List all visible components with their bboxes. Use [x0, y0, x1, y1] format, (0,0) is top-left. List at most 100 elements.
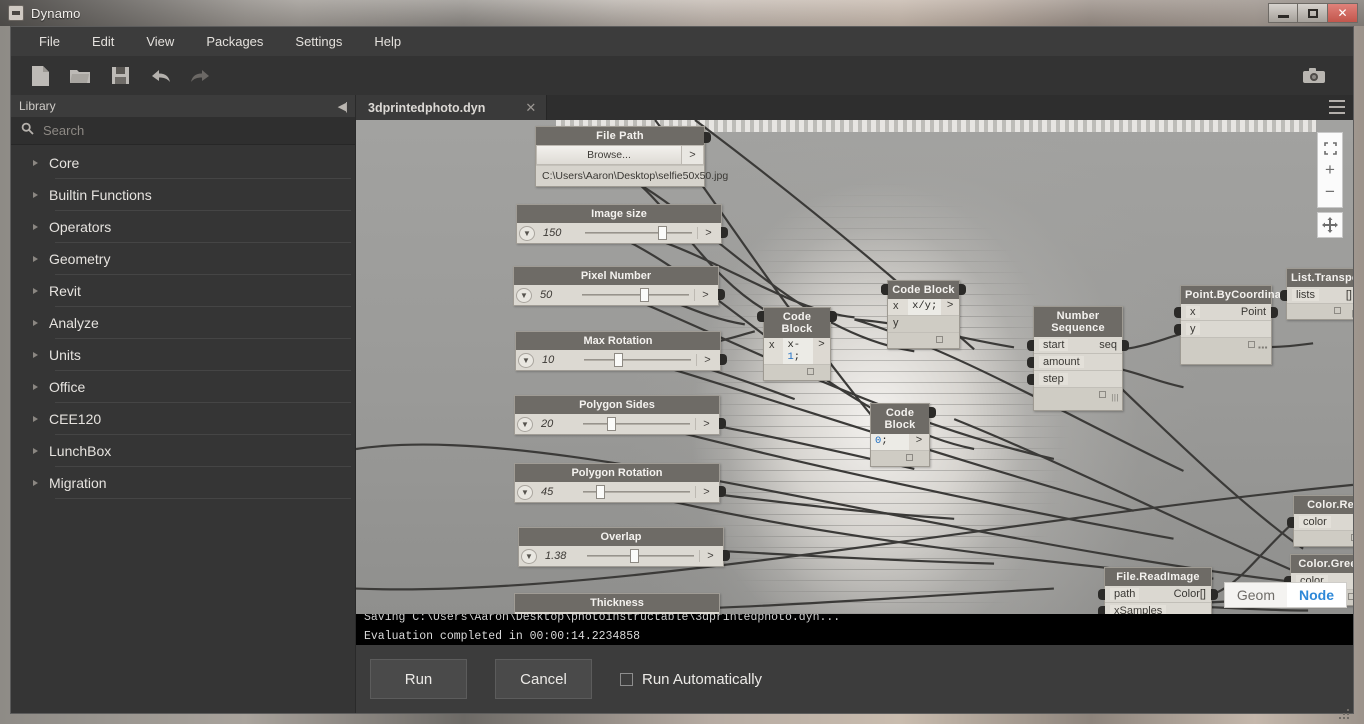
lacing-icon[interactable]: |: [1351, 309, 1353, 318]
menu-settings[interactable]: Settings: [279, 30, 358, 53]
sidebar-item-core[interactable]: Core: [11, 147, 355, 179]
slider-value[interactable]: 45: [538, 486, 578, 498]
sidebar-item-analyze[interactable]: Analyze: [11, 307, 355, 339]
close-icon[interactable]: ✕: [525, 100, 536, 116]
preview-toggle-icon[interactable]: [906, 454, 913, 461]
output-port[interactable]: [959, 284, 966, 295]
slider-track[interactable]: [584, 353, 691, 367]
chevron-down-icon[interactable]: ▼: [517, 416, 533, 432]
output-port-glyph[interactable]: >: [695, 486, 717, 498]
input-port[interactable]: [881, 284, 888, 295]
input-port[interactable]: [1174, 307, 1181, 318]
node-number-sequence[interactable]: Number Sequence start seq amount step ||…: [1027, 306, 1129, 411]
node-overlap[interactable]: Overlap ▼ 1.38 >: [518, 527, 730, 567]
sidebar-item-units[interactable]: Units: [11, 339, 355, 371]
save-icon[interactable]: [103, 61, 137, 91]
output-port-glyph[interactable]: >: [909, 434, 929, 450]
output-port[interactable]: [704, 132, 711, 143]
input-port[interactable]: [1174, 324, 1181, 335]
sidebar-item-revit[interactable]: Revit: [11, 275, 355, 307]
slider-row[interactable]: ▼ 10 >: [516, 350, 727, 370]
node-pixel-number[interactable]: Pixel Number ▼ 50 >: [513, 266, 725, 306]
chevron-down-icon[interactable]: ▼: [519, 225, 535, 241]
node-list-transpose[interactable]: List.Transpose lists [] |: [1280, 268, 1353, 320]
node-polygon-rotation[interactable]: Polygon Rotation ▼ 45 >: [514, 463, 726, 503]
output-port-glyph[interactable]: >: [696, 354, 718, 366]
slider-row[interactable]: ▼ 1.38 >: [519, 546, 730, 566]
node-code-block-1[interactable]: Code Block x x-1; >: [757, 307, 837, 381]
slider-value[interactable]: 50: [537, 289, 577, 301]
output-port[interactable]: [720, 354, 727, 365]
node-color-red[interactable]: Color.Red color int |: [1287, 495, 1353, 547]
close-button[interactable]: ✕: [1328, 3, 1358, 23]
fit-to-screen-icon[interactable]: [1317, 137, 1343, 159]
node-max-rotation[interactable]: Max Rotation ▼ 10 >: [515, 331, 727, 371]
slider-track[interactable]: [583, 417, 690, 431]
slider-row[interactable]: ▼ 150 >: [517, 223, 728, 243]
slider-track[interactable]: [587, 549, 694, 563]
cancel-button[interactable]: Cancel: [495, 659, 592, 699]
input-port[interactable]: [1027, 357, 1034, 368]
sidebar-item-lunchbox[interactable]: LunchBox: [11, 435, 355, 467]
checkbox-box[interactable]: [620, 672, 633, 686]
output-port-glyph[interactable]: >: [699, 550, 721, 562]
collapse-panel-icon[interactable]: ◀|: [338, 100, 348, 113]
chevron-down-icon[interactable]: ▼: [521, 548, 537, 564]
output-port-glyph[interactable]: >: [697, 227, 719, 239]
node-polygon-sides[interactable]: Polygon Sides ▼ 20 >: [514, 395, 726, 435]
slider-track[interactable]: [585, 226, 692, 240]
output-port-glyph[interactable]: >: [812, 338, 830, 364]
output-port[interactable]: [929, 407, 936, 418]
menu-view[interactable]: View: [130, 30, 190, 53]
run-automatically-checkbox[interactable]: Run Automatically: [620, 671, 762, 688]
output-port-glyph[interactable]: >: [941, 299, 959, 315]
tab-3dprintedphoto[interactable]: 3dprintedphoto.dyn ✕: [356, 95, 548, 120]
slider-track[interactable]: [582, 288, 689, 302]
sidebar-item-office[interactable]: Office: [11, 371, 355, 403]
code-text[interactable]: x-1;: [783, 338, 813, 364]
search-input[interactable]: [43, 123, 345, 138]
node-point-bycoordinates[interactable]: Point.ByCoordinates x Point y ▪▪▪: [1174, 285, 1297, 365]
menu-help[interactable]: Help: [358, 30, 417, 53]
browse-button[interactable]: Browse...: [536, 145, 682, 165]
input-port[interactable]: [1280, 290, 1287, 301]
input-port[interactable]: [1027, 374, 1034, 385]
maximize-button[interactable]: [1298, 3, 1328, 23]
window-resize-grip[interactable]: [1339, 709, 1351, 721]
preview-toggle-icon[interactable]: [1334, 307, 1341, 314]
pan-icon[interactable]: [1317, 212, 1343, 238]
node-graph-canvas[interactable]: File Path Browse... > C:\Users\Aaron\Des…: [356, 120, 1353, 614]
input-port[interactable]: [1287, 517, 1294, 528]
menu-edit[interactable]: Edit: [76, 30, 130, 53]
console-output[interactable]: Saving C:\Users\Aaron\Desktop\photoinstr…: [356, 614, 1353, 645]
chevron-down-icon[interactable]: ▼: [516, 287, 532, 303]
node-file-path[interactable]: File Path Browse... > C:\Users\Aaron\Des…: [535, 126, 728, 187]
slider-row[interactable]: ▼ 50 >: [514, 285, 725, 305]
run-button[interactable]: Run: [370, 659, 467, 699]
slider-value[interactable]: 10: [539, 354, 579, 366]
zoom-out-button[interactable]: −: [1317, 181, 1343, 203]
code-text[interactable]: 0;: [871, 434, 909, 450]
output-port[interactable]: [1122, 340, 1129, 351]
node-thickness[interactable]: Thickness ▼ 3 >: [514, 593, 720, 614]
preview-toggle-icon[interactable]: [1099, 391, 1106, 398]
sidebar-item-cee120[interactable]: CEE120: [11, 403, 355, 435]
slider-track[interactable]: [583, 485, 690, 499]
preview-toggle-icon[interactable]: [1351, 534, 1353, 541]
output-port-glyph[interactable]: >: [694, 289, 716, 301]
input-port[interactable]: [1027, 340, 1034, 351]
preview-toggle-icon[interactable]: [1348, 593, 1353, 600]
undo-icon[interactable]: [143, 61, 177, 91]
chevron-down-icon[interactable]: ▼: [518, 352, 534, 368]
sidebar-item-builtin-functions[interactable]: Builtin Functions: [11, 179, 355, 211]
preview-toggle-icon[interactable]: [1248, 341, 1255, 348]
node-code-block-3[interactable]: Code Block 0; >: [870, 403, 936, 467]
hamburger-menu-icon[interactable]: [1329, 100, 1345, 114]
tab-node[interactable]: Node: [1287, 583, 1346, 607]
slider-value[interactable]: 20: [538, 418, 578, 430]
preview-toggle-icon[interactable]: [807, 368, 814, 375]
menu-packages[interactable]: Packages: [190, 30, 279, 53]
tab-geom[interactable]: Geom: [1225, 583, 1287, 607]
output-port[interactable]: [718, 289, 725, 300]
redo-icon[interactable]: [183, 61, 217, 91]
